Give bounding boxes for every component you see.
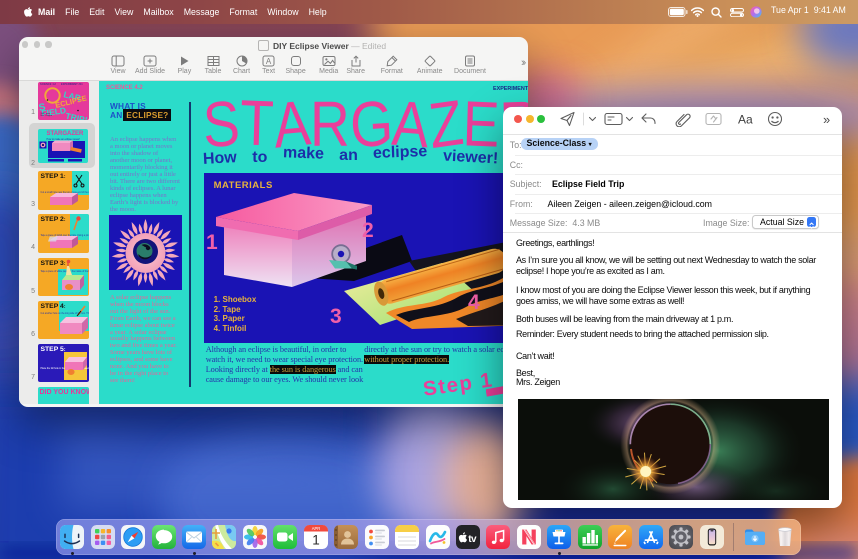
svg-text:APR: APR [311, 526, 320, 531]
svg-text:Aa: Aa [738, 113, 753, 127]
svg-text:tv: tv [468, 534, 477, 545]
svg-text:››: ›› [823, 112, 830, 127]
svg-text:2: 2 [362, 219, 374, 242]
svg-text:1: 1 [206, 231, 218, 254]
svg-text:4: 4 [468, 291, 480, 314]
svg-text:TRIP!: TRIP! [64, 110, 88, 120]
svg-text:A: A [266, 57, 272, 66]
svg-text:1: 1 [312, 533, 320, 548]
svg-text:3: 3 [330, 305, 342, 328]
